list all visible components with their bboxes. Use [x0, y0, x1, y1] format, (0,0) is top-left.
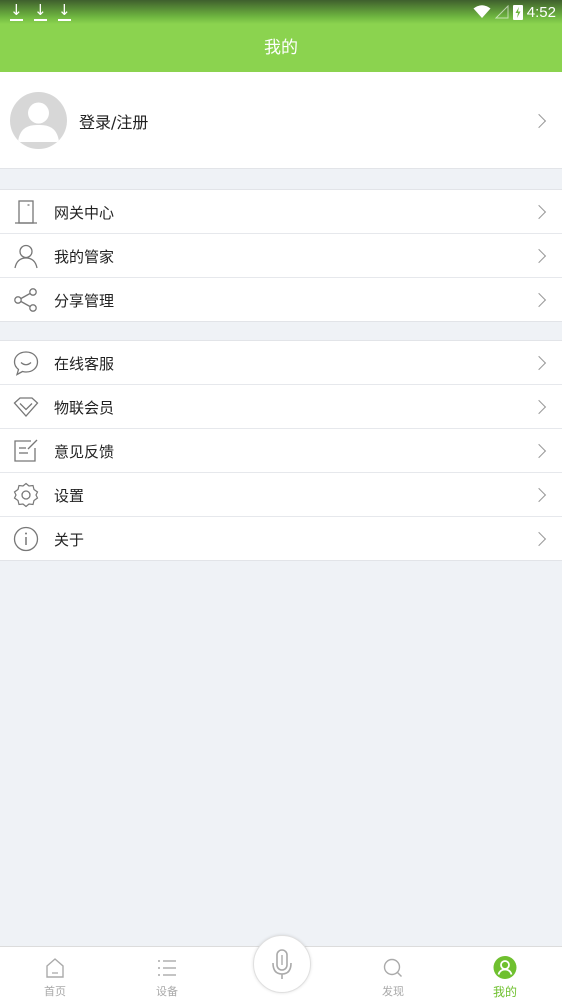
chevron-right-icon	[531, 113, 547, 129]
menu-item-label: 设置	[54, 487, 85, 505]
tab-label: 首页	[44, 985, 66, 998]
microphone-icon	[272, 949, 292, 979]
menu-item-share-management[interactable]: 分享管理	[0, 278, 562, 321]
menu-item-label: 网关中心	[54, 204, 115, 222]
tab-discover[interactable]: 发现	[348, 947, 438, 1003]
download-icon: ↓	[34, 1, 47, 21]
list-icon	[158, 960, 176, 976]
signal-icon	[494, 5, 509, 19]
chevron-right-icon	[531, 292, 547, 308]
download-icon: ↓	[58, 1, 71, 21]
search-icon	[383, 958, 402, 977]
menu-item-online-service[interactable]: 在线客服	[0, 341, 562, 385]
menu-item-label: 我的管家	[54, 248, 115, 266]
gateway-icon	[15, 200, 37, 224]
status-time: 4:52	[526, 3, 556, 21]
menu-group-service: 在线客服 物联会员 意见反馈 设置 关于	[0, 340, 562, 561]
voice-button[interactable]	[253, 935, 311, 993]
menu-group-device: 网关中心 我的管家 分享管理	[0, 189, 562, 322]
menu-item-iot-member[interactable]: 物联会员	[0, 385, 562, 429]
tab-devices[interactable]: 设备	[122, 947, 212, 1003]
feedback-icon	[14, 439, 38, 462]
tab-mine[interactable]: 我的	[460, 947, 550, 1003]
tab-label: 设备	[156, 985, 178, 998]
chat-bubble-icon	[13, 351, 39, 376]
battery-charging-icon	[512, 5, 523, 20]
menu-item-label: 意见反馈	[54, 443, 115, 461]
gear-icon	[13, 482, 39, 508]
menu-item-my-butler[interactable]: 我的管家	[0, 234, 562, 278]
chevron-right-icon	[531, 531, 547, 547]
login-register-label: 登录/注册	[79, 113, 149, 132]
menu-item-label: 物联会员	[54, 399, 115, 417]
status-bar: ↓ ↓ ↓ 4:52	[0, 0, 562, 24]
download-icon: ↓	[10, 1, 23, 21]
home-icon	[46, 958, 64, 978]
chevron-right-icon	[531, 487, 547, 503]
diamond-icon	[13, 397, 39, 417]
menu-item-gateway-center[interactable]: 网关中心	[0, 190, 562, 234]
profile-icon	[493, 956, 517, 979]
chevron-right-icon	[531, 399, 547, 415]
chevron-right-icon	[531, 443, 547, 459]
menu-item-feedback[interactable]: 意见反馈	[0, 429, 562, 473]
chevron-right-icon	[531, 204, 547, 220]
info-icon	[13, 526, 39, 552]
chevron-right-icon	[531, 248, 547, 264]
tab-home[interactable]: 首页	[10, 947, 100, 1003]
person-icon	[14, 244, 38, 269]
menu-item-label: 分享管理	[54, 292, 115, 310]
login-register-row[interactable]: 登录/注册	[0, 72, 562, 169]
tab-label: 发现	[382, 985, 404, 998]
wifi-icon	[473, 5, 491, 18]
tab-label: 我的	[492, 985, 517, 999]
chevron-right-icon	[531, 355, 547, 371]
menu-item-label: 在线客服	[54, 355, 115, 373]
menu-item-label: 关于	[54, 531, 85, 549]
avatar-icon	[10, 92, 67, 149]
page-title: 我的	[264, 38, 298, 58]
menu-item-settings[interactable]: 设置	[0, 473, 562, 517]
share-icon	[14, 288, 37, 312]
page-title-bar: 我的	[0, 24, 562, 72]
menu-item-about[interactable]: 关于	[0, 517, 562, 560]
